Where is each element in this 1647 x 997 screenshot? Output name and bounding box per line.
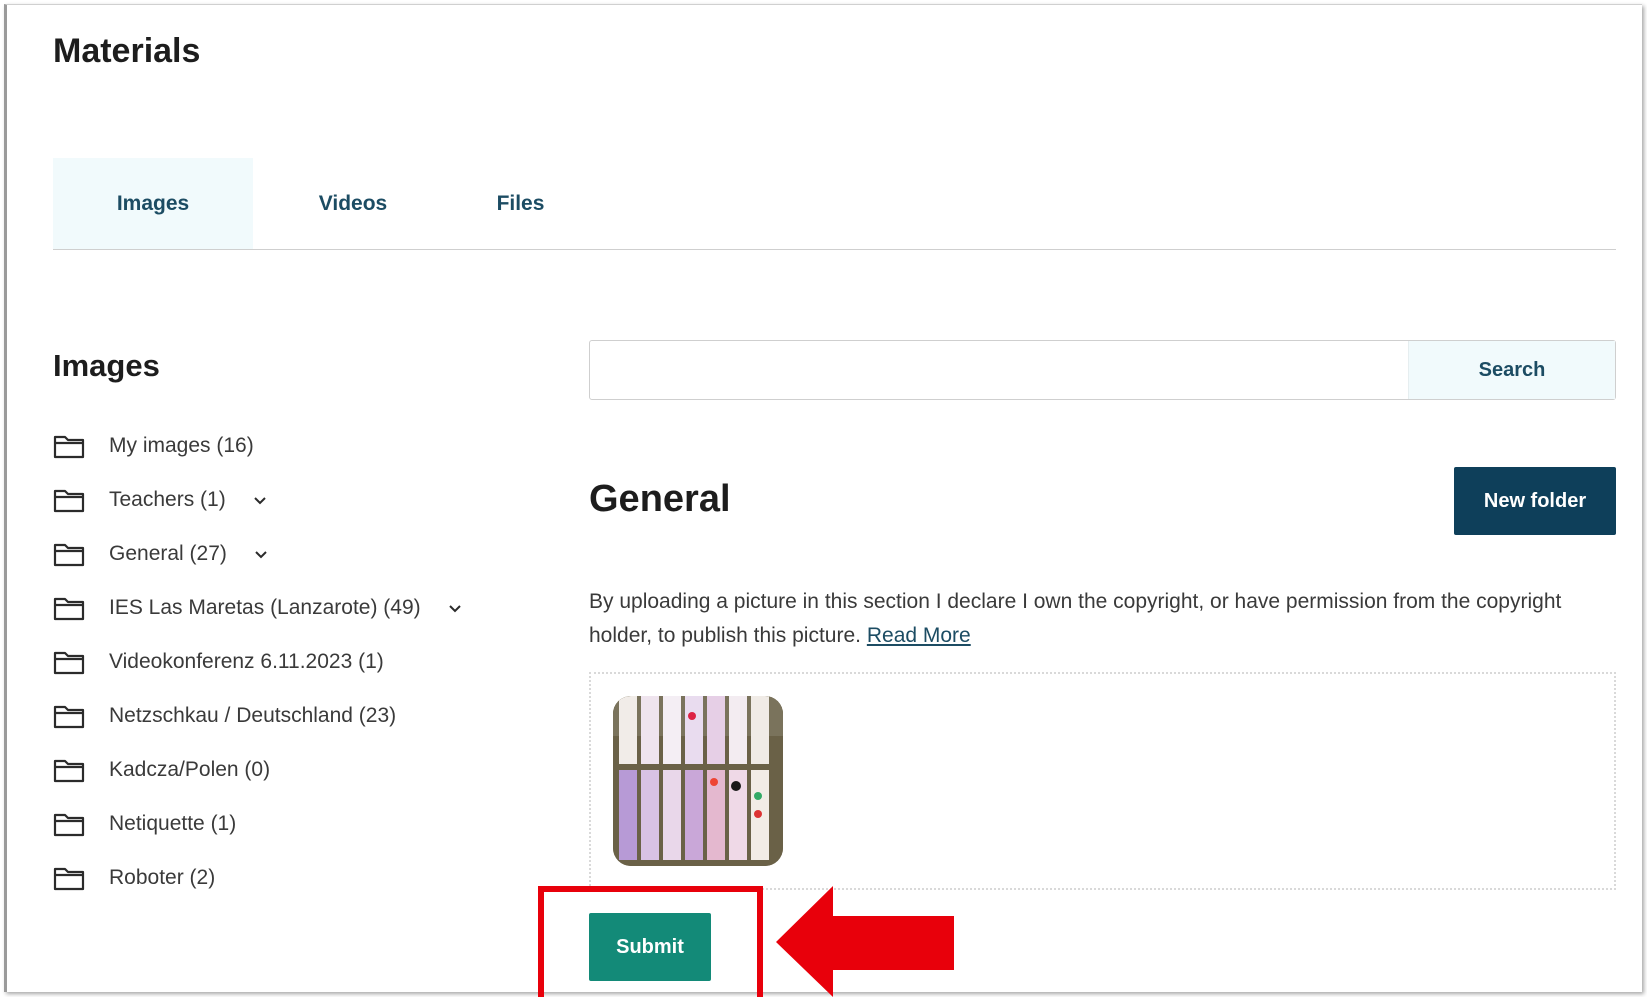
tab-bar: Images Videos Files [53,158,1616,250]
sidebar-folder-videokonferenz[interactable]: Videokonferenz 6.11.2023 (1) [53,647,384,677]
sidebar-folder-general[interactable]: General (27) [53,539,269,569]
sidebar-folder-netiquette[interactable]: Netiquette (1) [53,809,236,839]
folder-icon [53,757,85,783]
arrow-left-icon [776,886,954,997]
folder-label: Roboter (2) [109,866,216,889]
folder-icon [53,649,85,675]
highlight-box [538,886,763,997]
folder-icon [53,865,85,891]
folder-icon [53,541,85,567]
sidebar-folder-roboter[interactable]: Roboter (2) [53,863,215,893]
sidebar-folder-netzschkau[interactable]: Netzschkau / Deutschland (23) [53,701,396,731]
sidebar-folder-teachers[interactable]: Teachers (1) [53,485,268,515]
copyright-notice: By uploading a picture in this section I… [589,585,1619,653]
uploaded-image-thumbnail[interactable] [613,696,783,866]
folder-label: Teachers (1) [109,488,226,511]
search-input[interactable] [590,341,1408,399]
folder-label: My images (16) [109,434,254,457]
sidebar-folder-kadcza[interactable]: Kadcza/Polen (0) [53,755,270,785]
folder-icon [53,595,85,621]
tab-videos[interactable]: Videos [253,158,453,249]
chevron-down-icon[interactable] [252,494,268,506]
folder-label: Netzschkau / Deutschland (23) [109,704,397,727]
section-title: General [589,478,731,520]
read-more-link[interactable]: Read More [867,624,971,647]
folder-icon [53,487,85,513]
new-folder-button[interactable]: New folder [1454,467,1616,535]
folder-icon [53,703,85,729]
folder-label: Kadcza/Polen (0) [109,758,271,781]
sidebar-folder-ies-las-maretas[interactable]: IES Las Maretas (Lanzarote) (49) [53,593,463,623]
tab-files[interactable]: Files [453,158,588,249]
tab-images[interactable]: Images [53,158,253,249]
sidebar-title: Images [53,348,160,383]
folder-label: Netiquette (1) [109,812,237,835]
search-bar: Search [589,340,1616,400]
chevron-down-icon[interactable] [253,548,269,560]
folder-label: IES Las Maretas (Lanzarote) (49) [109,596,421,619]
page-title: Materials [53,32,201,70]
folder-label: Videokonferenz 6.11.2023 (1) [109,650,384,673]
copyright-notice-text: By uploading a picture in this section I… [589,590,1562,647]
chevron-down-icon[interactable] [447,602,463,614]
sidebar-folder-my-images[interactable]: My images (16) [53,431,254,461]
folder-icon [53,433,85,459]
folder-label: General (27) [109,542,227,565]
search-button[interactable]: Search [1408,341,1615,399]
folder-icon [53,811,85,837]
